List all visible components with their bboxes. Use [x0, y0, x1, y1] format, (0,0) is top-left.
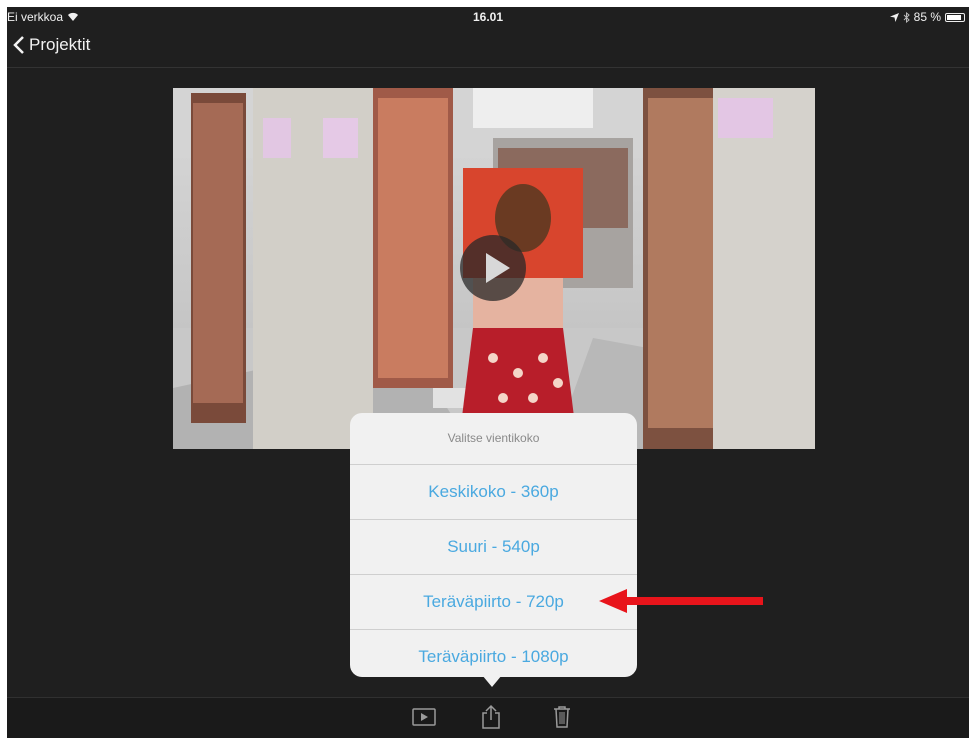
status-bar: Ei verkkoa 16.01 85 % [7, 7, 969, 29]
play-video-button[interactable] [460, 235, 526, 301]
back-button-label: Projektit [29, 35, 91, 54]
play-project-button[interactable] [412, 707, 436, 732]
video-preview[interactable] [173, 88, 815, 449]
battery-icon [945, 12, 965, 22]
export-option-360p[interactable]: Keskikoko - 360p [350, 465, 637, 520]
popover-title: Valitse vientikoko [350, 413, 637, 465]
share-button[interactable] [481, 704, 501, 735]
share-icon [482, 704, 500, 729]
bluetooth-icon [903, 11, 910, 23]
chevron-left-icon [13, 36, 24, 54]
play-icon [412, 708, 436, 726]
export-option-720p[interactable]: Teräväpiirto - 720p [350, 575, 637, 630]
back-button[interactable]: Projektit [13, 35, 90, 55]
location-icon [889, 12, 899, 22]
battery-level [947, 14, 961, 20]
export-option-540p[interactable]: Suuri - 540p [350, 520, 637, 575]
delete-button[interactable] [552, 705, 572, 734]
bottom-toolbar [7, 697, 969, 738]
navigation-bar: Projektit [7, 29, 969, 68]
trash-icon [554, 706, 570, 728]
app-screen: Ei verkkoa 16.01 85 % Projektit Valitse … [7, 7, 969, 738]
clock: 16.01 [472, 10, 504, 24]
status-right: 85 % [889, 10, 965, 24]
annotation-arrow [599, 589, 763, 613]
popover-arrow [482, 675, 502, 687]
export-size-popover: Valitse vientikoko Keskikoko - 360p Suur… [350, 413, 637, 677]
play-icon [486, 253, 510, 283]
battery-percent: 85 % [913, 10, 941, 24]
